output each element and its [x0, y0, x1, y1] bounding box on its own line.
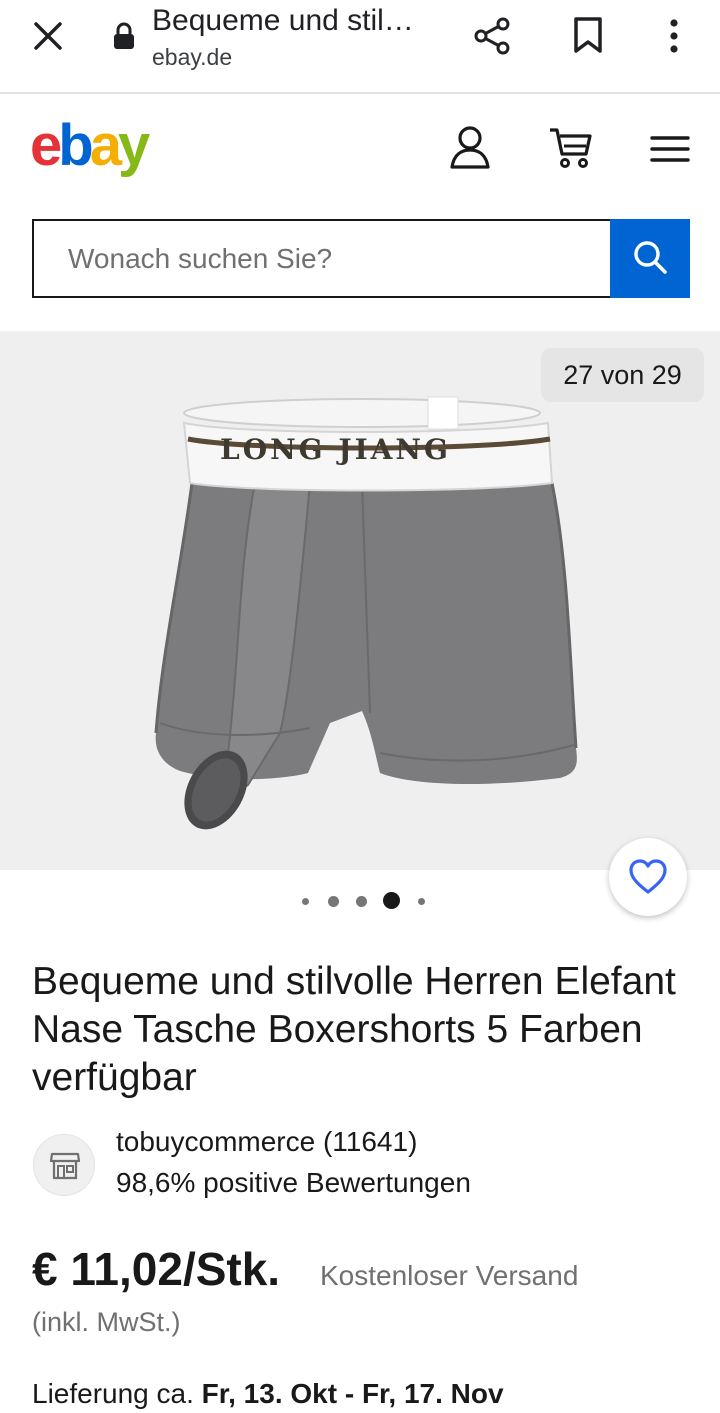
search-button[interactable]	[610, 219, 690, 298]
heart-icon	[629, 859, 667, 894]
browser-toolbar: Bequeme und stil… ebay.de	[0, 0, 720, 94]
logo-letter-y: y	[117, 113, 150, 178]
search-box	[32, 219, 610, 298]
account-icon[interactable]	[448, 124, 492, 170]
seller-name-link[interactable]: tobuycommerce (11641)	[116, 1126, 417, 1158]
close-icon[interactable]	[30, 18, 66, 54]
waistband-brand-text: LONG JIANG	[220, 433, 451, 466]
seller-rating: 98,6% positive Bewertungen	[116, 1167, 471, 1198]
image-counter: 27 von 29	[541, 348, 704, 402]
shipping-info: Kostenloser Versand	[320, 1260, 579, 1291]
logo-letter-b: b	[58, 113, 93, 178]
watchlist-button[interactable]	[609, 838, 687, 916]
lock-icon	[114, 22, 134, 49]
pagination-dot[interactable]	[418, 898, 425, 905]
pagination-dot[interactable]	[328, 896, 339, 907]
bookmark-icon[interactable]	[572, 16, 604, 54]
product-image[interactable]: LONG JIANG	[140, 393, 590, 853]
url-host[interactable]: ebay.de	[152, 44, 232, 71]
vat-note: (inkl. MwSt.)	[32, 1307, 181, 1337]
more-menu-icon[interactable]	[662, 16, 686, 56]
pagination-dot-active[interactable]	[383, 892, 400, 909]
delivery-dates: Fr, 13. Okt - Fr, 17. Nov	[201, 1378, 504, 1409]
hamburger-menu-icon[interactable]	[650, 134, 690, 164]
ebay-logo[interactable]: ebay	[30, 112, 150, 179]
product-title: Bequeme und stilvolle Herren Elefant Nas…	[32, 960, 676, 1099]
cart-icon[interactable]	[548, 126, 594, 170]
pagination-dot[interactable]	[356, 896, 367, 907]
delivery-estimate: Lieferung ca. Fr, 13. Okt - Fr, 17. Nov	[32, 1378, 504, 1410]
delivery-label: Lieferung ca.	[32, 1378, 194, 1409]
pagination-dot[interactable]	[302, 898, 309, 905]
page-title[interactable]: Bequeme und stil…	[152, 4, 414, 38]
logo-letter-a: a	[89, 113, 122, 178]
seller-store-avatar[interactable]	[33, 1134, 95, 1196]
image-gallery[interactable]: LONG JIANG 27 von 29	[0, 331, 720, 870]
search-icon	[634, 241, 667, 274]
item-price: € 11,02/Stk.	[32, 1243, 281, 1295]
store-icon	[49, 1152, 81, 1180]
share-icon[interactable]	[472, 16, 512, 56]
search-input[interactable]	[68, 241, 588, 277]
logo-letter-e: e	[30, 113, 62, 178]
